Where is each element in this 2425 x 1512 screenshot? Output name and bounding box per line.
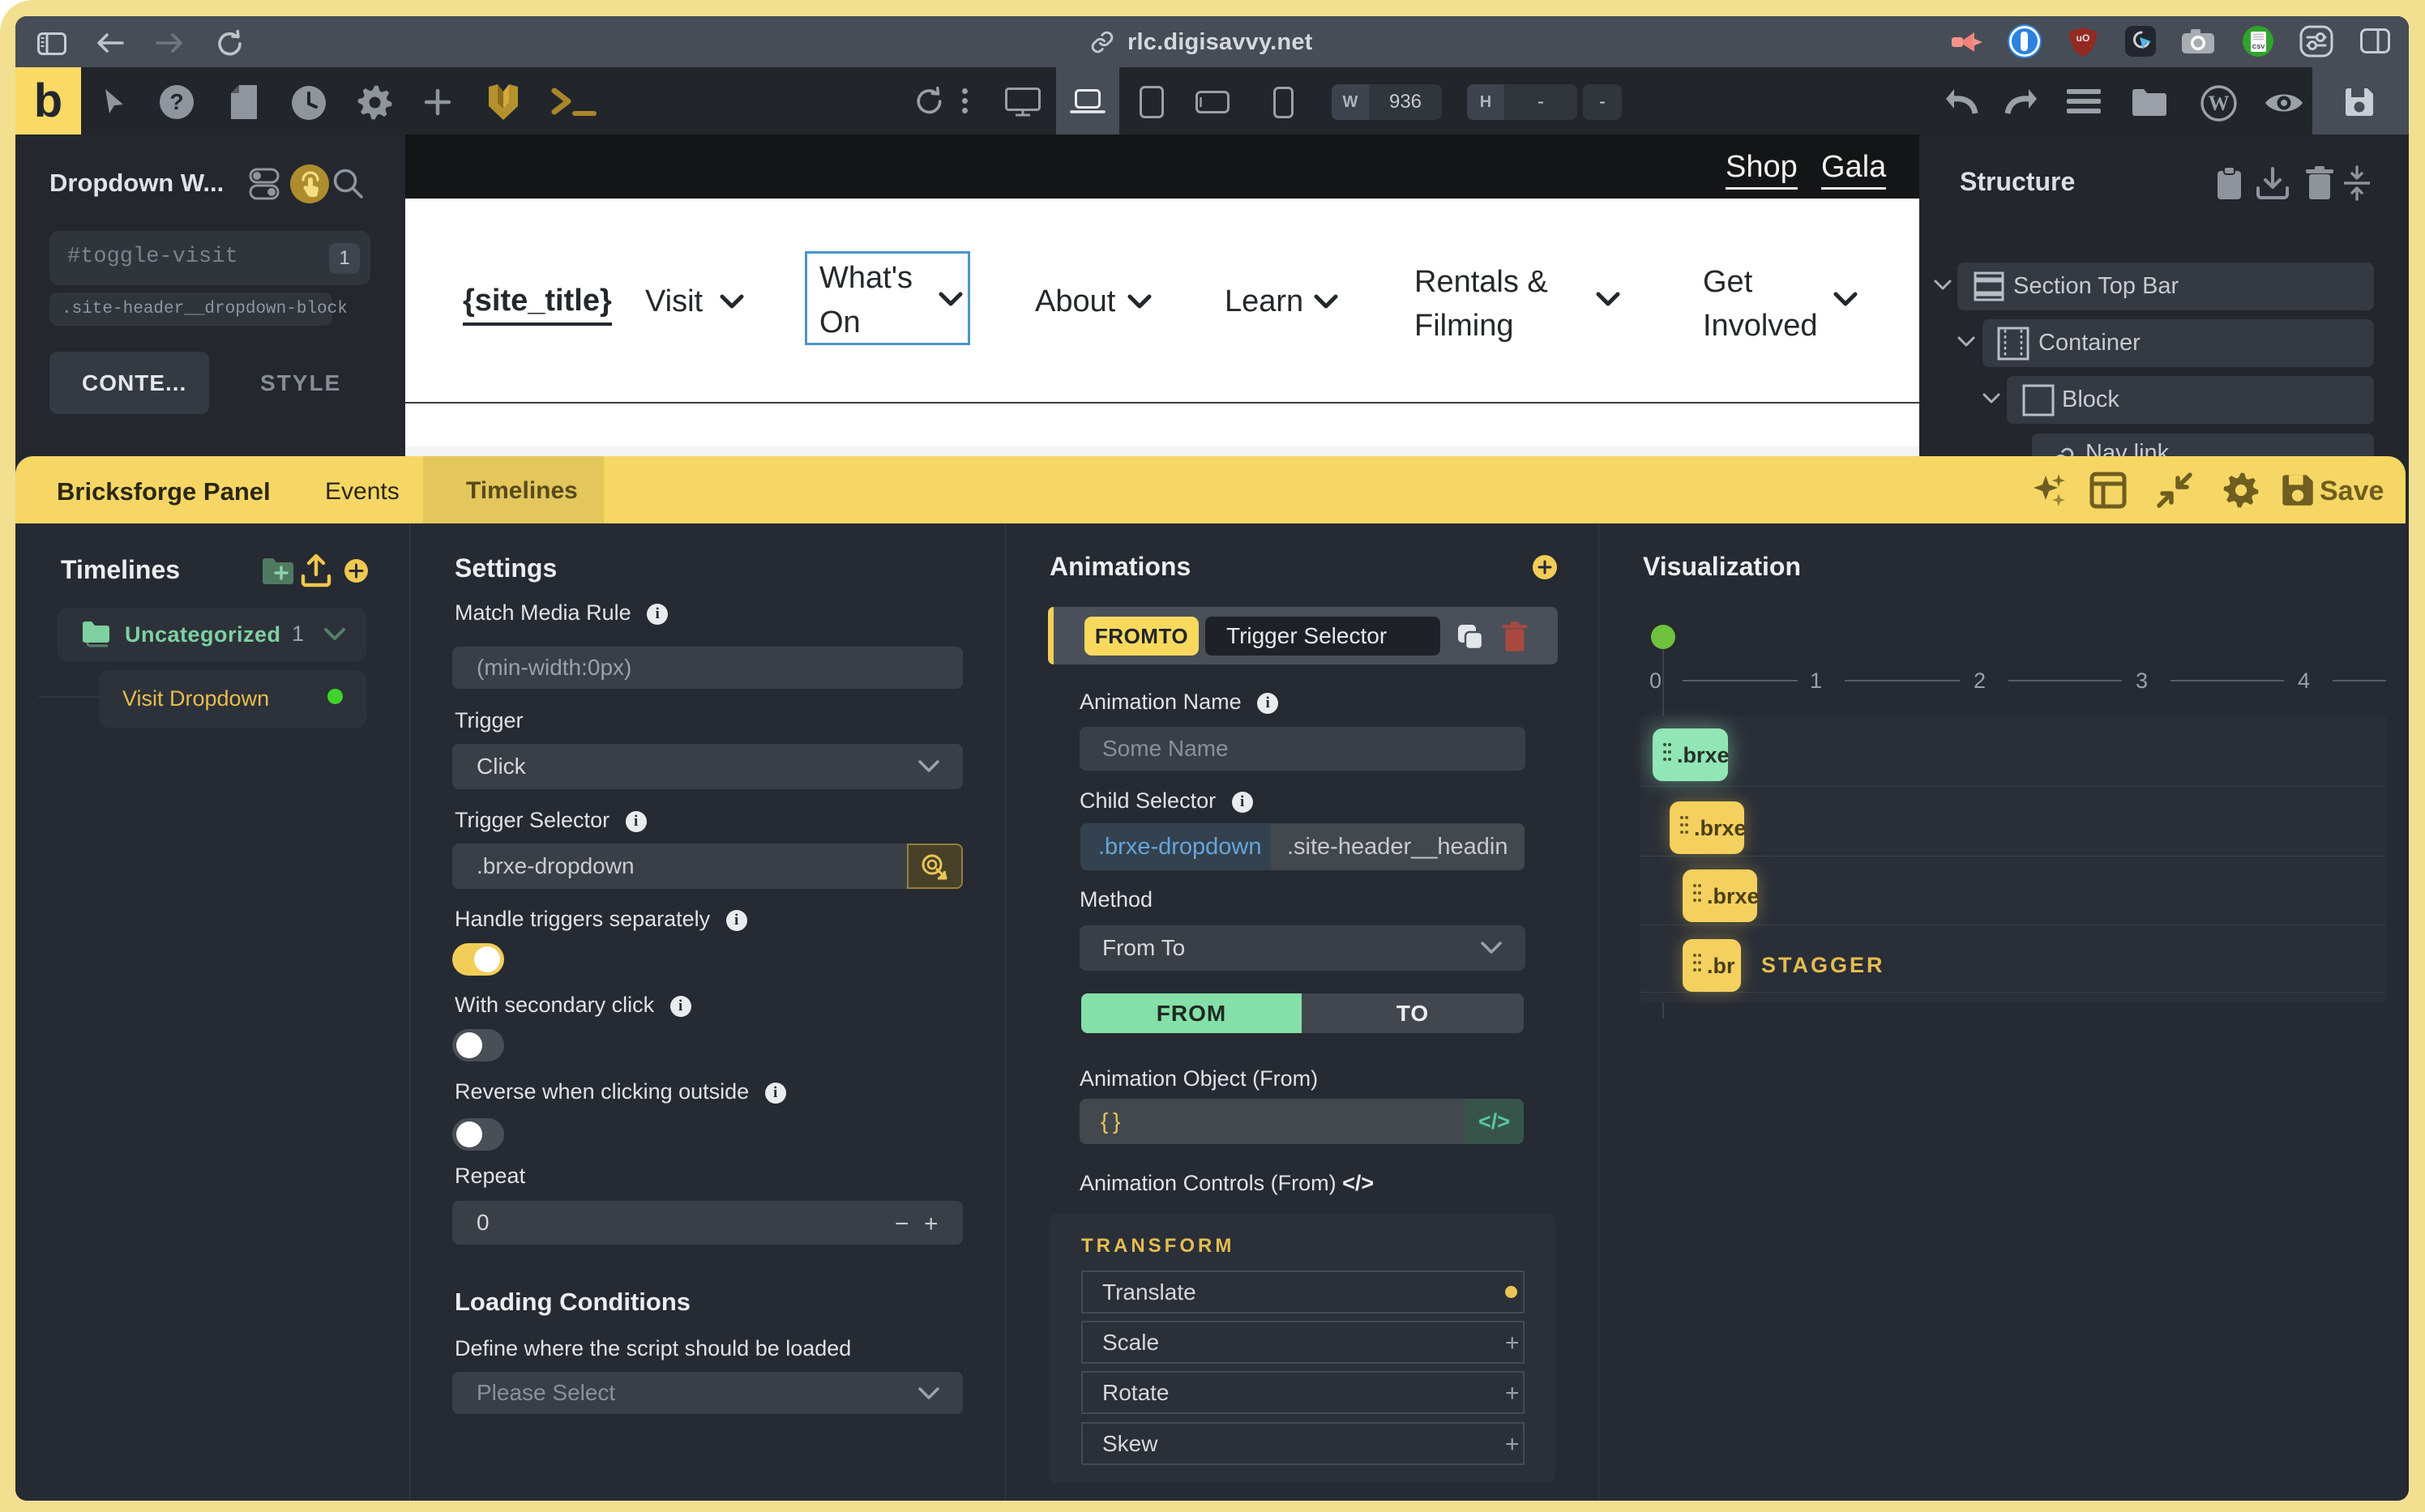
svg-text:CSV: CSV — [2252, 43, 2265, 50]
svg-text:uO: uO — [2076, 32, 2090, 44]
svg-text:W: W — [2209, 92, 2230, 115]
